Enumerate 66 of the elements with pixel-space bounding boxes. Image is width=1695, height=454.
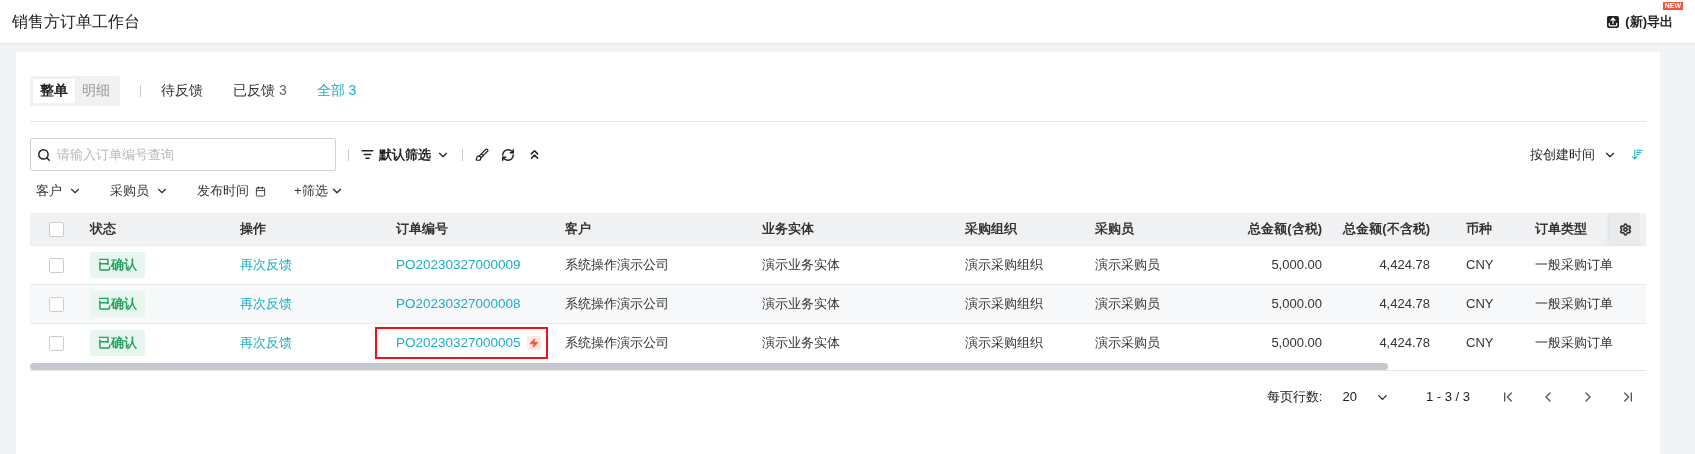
export-button[interactable]: (新)导出 <box>1607 11 1673 32</box>
column-header: 币种 <box>1466 220 1492 239</box>
column-header: 采购员 <box>1095 220 1134 239</box>
currency-cell-text: CNY <box>1466 256 1494 275</box>
sort-dropdown[interactable]: 按创建时间 <box>1530 144 1617 165</box>
filter-chip[interactable]: 客户 <box>36 181 82 201</box>
calendar-icon <box>255 185 266 197</box>
column-header: 操作 <box>240 220 266 239</box>
column-header: 订单类型 <box>1535 220 1587 239</box>
buyer-cell-text: 演示采购员 <box>1095 256 1160 275</box>
amount-cell-text: 5,000.00 <box>1271 256 1322 275</box>
type-cell-text: 一般采购订单 <box>1535 334 1613 353</box>
amount-cell-text: 4,424.78 <box>1379 334 1430 353</box>
column-header: 总金额(不含税) <box>1343 220 1430 239</box>
page-size-dropdown[interactable]: 20 <box>1342 387 1390 407</box>
scrollbar-thumb[interactable] <box>30 362 1388 370</box>
status-tab[interactable]: 已反馈 3 <box>233 80 287 101</box>
currency-cell-text: CNY <box>1466 334 1494 353</box>
column-header: 状态 <box>90 220 116 239</box>
checkbox[interactable] <box>48 221 64 237</box>
filter-icon <box>361 148 374 161</box>
column-header: 订单编号 <box>396 220 448 239</box>
column-header: 客户 <box>565 220 591 239</box>
amount-cell-text: 5,000.00 <box>1271 334 1322 353</box>
sort-order-icon[interactable] <box>1631 148 1644 161</box>
customer-cell-text: 系统操作演示公司 <box>565 295 669 314</box>
status-tag: 已确认 <box>90 330 145 356</box>
amount-cell-text: 5,000.00 <box>1271 295 1322 314</box>
buyer-cell-text: 演示采购员 <box>1095 295 1160 314</box>
filter-chip[interactable]: +筛选 <box>294 181 344 201</box>
type-cell-text: 一般采购订单 <box>1535 256 1613 275</box>
status-tag: 已确认 <box>90 291 145 317</box>
refresh-icon[interactable] <box>501 147 515 162</box>
org-cell-text: 演示采购组织 <box>965 295 1043 314</box>
filter-chip[interactable]: 采购员 <box>110 181 169 201</box>
status-tab[interactable]: 待反馈 <box>161 80 203 101</box>
buyer-cell-text: 演示采购员 <box>1095 334 1160 353</box>
rows-per-page-label: 每页行数: <box>1266 388 1323 407</box>
checkbox[interactable] <box>48 296 64 312</box>
settings-icon[interactable] <box>1618 222 1632 236</box>
search-field[interactable]: 请输入订单编号查询 <box>30 138 336 171</box>
upload-icon <box>1607 15 1620 28</box>
status-tag: 已确认 <box>90 252 145 278</box>
customer-cell-text: 系统操作演示公司 <box>565 334 669 353</box>
org-cell-text: 演示采购组织 <box>965 334 1043 353</box>
currency-cell-text: CNY <box>1466 295 1494 314</box>
org-cell-text: 演示采购组织 <box>965 256 1043 275</box>
search-icon <box>37 148 51 162</box>
entity-cell-text: 演示业务实体 <box>762 334 840 353</box>
page-range: 1 - 3 / 3 <box>1425 388 1470 407</box>
type-cell-text: 一般采购订单 <box>1535 295 1613 314</box>
checkbox[interactable] <box>48 335 64 351</box>
column-header: 采购组织 <box>965 220 1017 239</box>
brush-icon[interactable] <box>475 147 489 162</box>
amount-cell-text: 4,424.78 <box>1379 256 1430 275</box>
page-title: 销售方订单工作台 <box>12 11 140 32</box>
customer-cell-text: 系统操作演示公司 <box>565 256 669 275</box>
column-header: 总金额(含税) <box>1248 220 1322 239</box>
filter-chip[interactable]: 发布时间 <box>197 181 266 201</box>
view-toggle-tab[interactable]: 整单 <box>33 78 75 103</box>
column-header: 业务实体 <box>762 220 814 239</box>
entity-cell-text: 演示业务实体 <box>762 295 840 314</box>
filter-dropdown[interactable]: 默认筛选 <box>361 144 450 165</box>
amount-cell-text: 4,424.78 <box>1379 295 1430 314</box>
checkbox[interactable] <box>48 257 64 273</box>
entity-cell-text: 演示业务实体 <box>762 256 840 275</box>
